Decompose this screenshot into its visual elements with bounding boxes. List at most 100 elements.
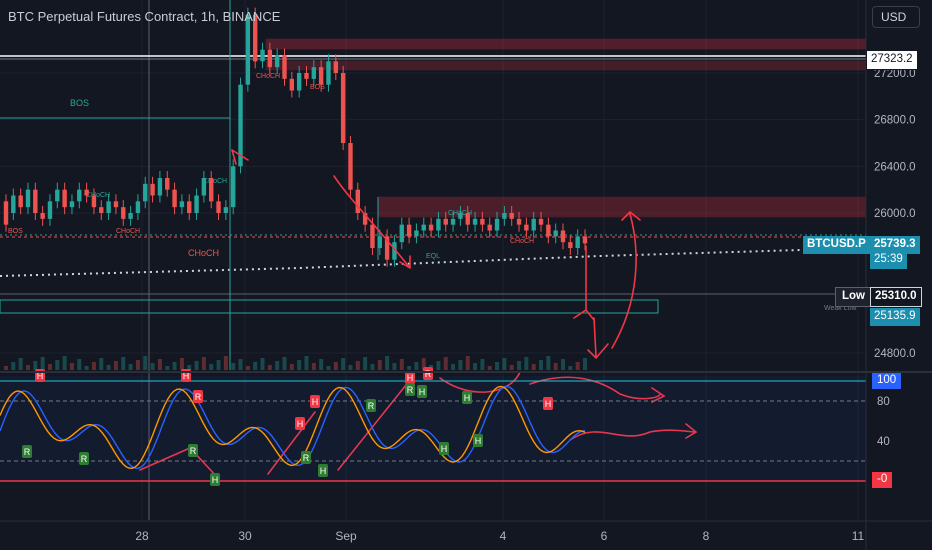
candle-body — [333, 61, 339, 73]
volume-bar — [165, 366, 170, 370]
volume-bar — [546, 356, 551, 370]
supply-zone-upper — [265, 38, 867, 50]
candle-body — [282, 55, 287, 79]
candle-body — [355, 189, 360, 213]
candle-body — [143, 183, 148, 202]
volume-bar — [47, 364, 52, 370]
volume-bar — [113, 361, 118, 370]
volume-bar — [4, 366, 8, 370]
candle-body — [568, 242, 573, 248]
candle-body — [121, 207, 126, 219]
volume-bar — [275, 361, 280, 370]
volume-bar — [583, 358, 587, 370]
volume-bar — [502, 358, 507, 370]
oscillator-marker-r: R — [425, 369, 432, 379]
volume-bar — [33, 361, 38, 370]
volume-bar — [84, 366, 89, 370]
oscillator-marker-h: H — [441, 444, 448, 454]
volume-bar — [392, 363, 397, 370]
volume-bar — [99, 358, 104, 370]
oscillator-marker-r: R — [195, 392, 202, 402]
candle-body — [223, 207, 229, 213]
candle-body — [201, 178, 207, 196]
oscillator-marker-r: R — [407, 385, 414, 395]
candle-body — [524, 224, 529, 231]
volume-bar — [458, 360, 463, 370]
volume-bar — [443, 357, 448, 370]
time-tick-label: 28 — [135, 529, 149, 543]
candle-body — [113, 201, 119, 208]
low-price-tag: 25310.0 — [870, 287, 922, 307]
candle-body — [465, 213, 470, 225]
candle-body — [62, 189, 67, 208]
low-label-tag: Low — [835, 287, 872, 307]
candle-body — [47, 201, 53, 219]
candle-body — [538, 218, 544, 225]
volume-bar — [11, 362, 16, 370]
candle-body — [106, 201, 111, 213]
market-structure-lines: BOS CHoCH CHoCH CHoCH CHoCH BOS CHoCH BOS EQL CHo… — [0, 0, 866, 370]
candle-body — [326, 61, 331, 85]
volume-bar — [216, 360, 221, 370]
candle-body — [172, 189, 177, 208]
currency-button[interactable]: USD — [872, 6, 920, 28]
candle-body — [267, 49, 273, 68]
volume-bar — [77, 359, 82, 370]
oscillator-pane: H HR HHHH RRRRHRHRR HHHH — [0, 367, 866, 486]
candle-body — [480, 218, 485, 225]
candle-body — [377, 236, 382, 248]
candle-body — [194, 195, 199, 213]
volume-bar — [399, 359, 404, 370]
volume-bar — [260, 358, 265, 370]
time-tick-label: 30 — [238, 529, 252, 543]
candle-body — [274, 55, 280, 68]
volume-bar — [363, 357, 368, 370]
volume-bar — [517, 361, 522, 370]
candle-body — [157, 178, 163, 196]
volume-bar — [465, 356, 470, 370]
volume-bar — [238, 359, 243, 370]
price-tick-label: 24800.0 — [874, 348, 916, 360]
candle-body — [11, 195, 16, 213]
volume-bar — [509, 365, 514, 370]
volume-bar — [297, 360, 302, 370]
chart-canvas[interactable]: BOS CHoCH CHoCH CHoCH CHoCH BOS CHoCH BOS EQL CHo… — [0, 0, 932, 550]
oscillator-marker-h: H — [545, 399, 552, 409]
volume-bar — [194, 361, 199, 370]
supply-zone-upper-2 — [265, 60, 867, 71]
volume-bar — [531, 364, 536, 370]
candle-body — [304, 73, 309, 79]
oscillator-marker-h: H — [407, 373, 414, 383]
candle-body — [69, 201, 75, 208]
candle-body — [18, 195, 23, 208]
candle-body — [311, 67, 317, 79]
volume-bar — [91, 362, 96, 370]
candle-body — [458, 213, 463, 219]
candle-body — [553, 230, 558, 237]
volume-bar — [341, 358, 346, 370]
choch-label-red-3: CHoCH — [256, 73, 280, 80]
volume-bar — [480, 359, 485, 370]
candle-body — [348, 143, 353, 190]
volume-bar — [179, 358, 184, 370]
volume-bar — [245, 366, 250, 370]
candle-body — [436, 218, 441, 231]
volume-bar — [209, 364, 214, 370]
volume-bar — [575, 362, 580, 370]
choch-label-teal: CHoCH — [86, 192, 110, 199]
candle-body — [209, 178, 214, 202]
volume-bar — [495, 362, 500, 370]
choch-label-teal-2: CHoCH — [203, 178, 227, 185]
oscillator-marker-r: R — [190, 446, 197, 456]
candle-body — [99, 207, 104, 213]
oscillator-marker-r: R — [303, 453, 310, 463]
time-tick-label: Sep — [335, 529, 357, 543]
volume-bar — [62, 356, 67, 370]
candle-body — [231, 166, 236, 208]
price-tick-label: 26800.0 — [874, 115, 916, 127]
oscillator-marker-r: R — [368, 401, 375, 411]
volume-bar — [304, 356, 309, 370]
volume-bar — [289, 364, 294, 370]
volume-bar — [568, 366, 573, 370]
oscillator-marker-h: H — [320, 466, 327, 476]
